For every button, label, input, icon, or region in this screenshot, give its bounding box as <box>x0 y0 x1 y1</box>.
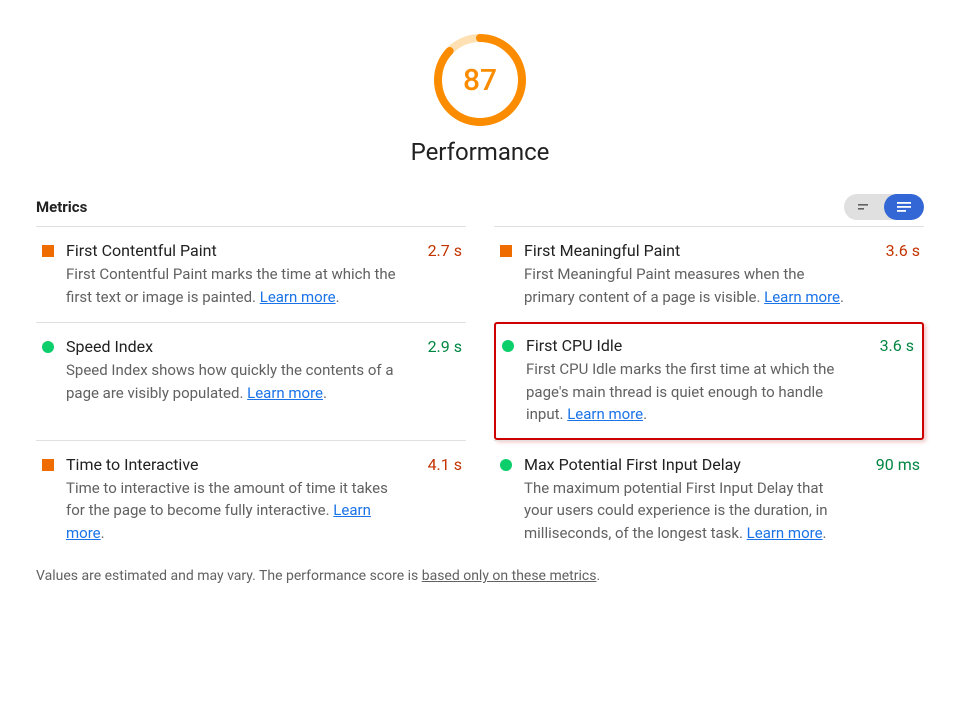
learn-more-link[interactable]: Learn more <box>567 405 643 423</box>
learn-more-link[interactable]: Learn more <box>247 384 323 402</box>
metric-value: 3.6 s <box>858 336 918 426</box>
metric-description-text: First Contentful Paint marks the time at… <box>66 265 396 306</box>
expanded-lines-icon <box>896 200 912 214</box>
metric-value: 2.7 s <box>406 241 466 308</box>
learn-more-link[interactable]: Learn more <box>747 524 823 542</box>
metric-body: Speed Index Speed Index shows how quickly… <box>66 337 406 426</box>
metric-description: First Meaningful Paint measures when the… <box>524 263 854 308</box>
metrics-title: Metrics <box>36 198 87 216</box>
metric-title: Time to Interactive <box>66 455 396 474</box>
footer-text: Values are estimated and may vary. The p… <box>36 568 422 584</box>
status-pass-icon <box>500 459 512 471</box>
metric-title: First CPU Idle <box>526 336 848 355</box>
status-average-icon <box>500 245 512 257</box>
metric-value: 2.9 s <box>406 337 466 426</box>
performance-gauge: 87 <box>432 32 528 128</box>
toggle-expanded-button[interactable] <box>884 194 924 220</box>
metric-description: First CPU Idle marks the first time at w… <box>526 358 848 426</box>
metric-description: First Contentful Paint marks the time at… <box>66 263 396 308</box>
metric-row: Speed Index Speed Index shows how quickly… <box>36 322 466 440</box>
metric-title: Speed Index <box>66 337 396 356</box>
metric-description: Speed Index shows how quickly the conten… <box>66 359 396 404</box>
metric-title: First Meaningful Paint <box>524 241 854 260</box>
period: . <box>823 524 827 542</box>
metric-description-text: Speed Index shows how quickly the conten… <box>66 361 394 402</box>
metric-body: First Contentful Paint First Contentful P… <box>66 241 406 308</box>
toggle-collapsed-button[interactable] <box>844 194 884 220</box>
metric-description: The maximum potential First Input Delay … <box>524 477 854 545</box>
metric-body: Max Potential First Input Delay The maxim… <box>524 455 864 545</box>
gauge-wrapper: 87 Performance <box>36 32 924 166</box>
metric-description: Time to interactive is the amount of tim… <box>66 477 396 545</box>
view-toggle <box>844 194 924 220</box>
metric-body: Time to Interactive Time to interactive i… <box>66 455 406 545</box>
category-title: Performance <box>411 138 550 166</box>
metric-value: 3.6 s <box>864 241 924 308</box>
status-average-icon <box>42 245 54 257</box>
learn-more-link[interactable]: Learn more <box>764 288 840 306</box>
metric-title: First Contentful Paint <box>66 241 396 260</box>
metrics-header: Metrics <box>36 194 924 220</box>
status-average-icon <box>42 459 54 471</box>
metric-value: 90 ms <box>864 455 924 545</box>
learn-more-link[interactable]: Learn more <box>260 288 336 306</box>
footer-link[interactable]: based only on these metrics <box>422 568 597 584</box>
metric-body: First Meaningful Paint First Meaningful P… <box>524 241 864 308</box>
metric-value: 4.1 s <box>406 455 466 545</box>
metric-row: First CPU Idle First CPU Idle marks the f… <box>494 322 924 440</box>
metric-row: First Meaningful Paint First Meaningful P… <box>494 226 924 322</box>
collapsed-lines-icon <box>857 200 871 214</box>
metric-description-text: First Meaningful Paint measures when the… <box>524 265 804 306</box>
footer-suffix: . <box>596 568 600 584</box>
metric-body: First CPU Idle First CPU Idle marks the f… <box>526 336 858 426</box>
status-pass-icon <box>42 341 54 353</box>
metric-row: Max Potential First Input Delay The maxim… <box>494 440 924 559</box>
period: . <box>323 384 327 402</box>
period: . <box>643 405 647 423</box>
period: . <box>336 288 340 306</box>
metric-row: First Contentful Paint First Contentful P… <box>36 226 466 322</box>
metric-title: Max Potential First Input Delay <box>524 455 854 474</box>
score-value: 87 <box>432 32 528 128</box>
period: . <box>840 288 844 306</box>
footer-note: Values are estimated and may vary. The p… <box>36 568 924 584</box>
status-pass-icon <box>502 340 514 352</box>
metric-row: Time to Interactive Time to interactive i… <box>36 440 466 559</box>
metrics-grid: First Contentful Paint First Contentful P… <box>36 226 924 558</box>
period: . <box>101 524 105 542</box>
